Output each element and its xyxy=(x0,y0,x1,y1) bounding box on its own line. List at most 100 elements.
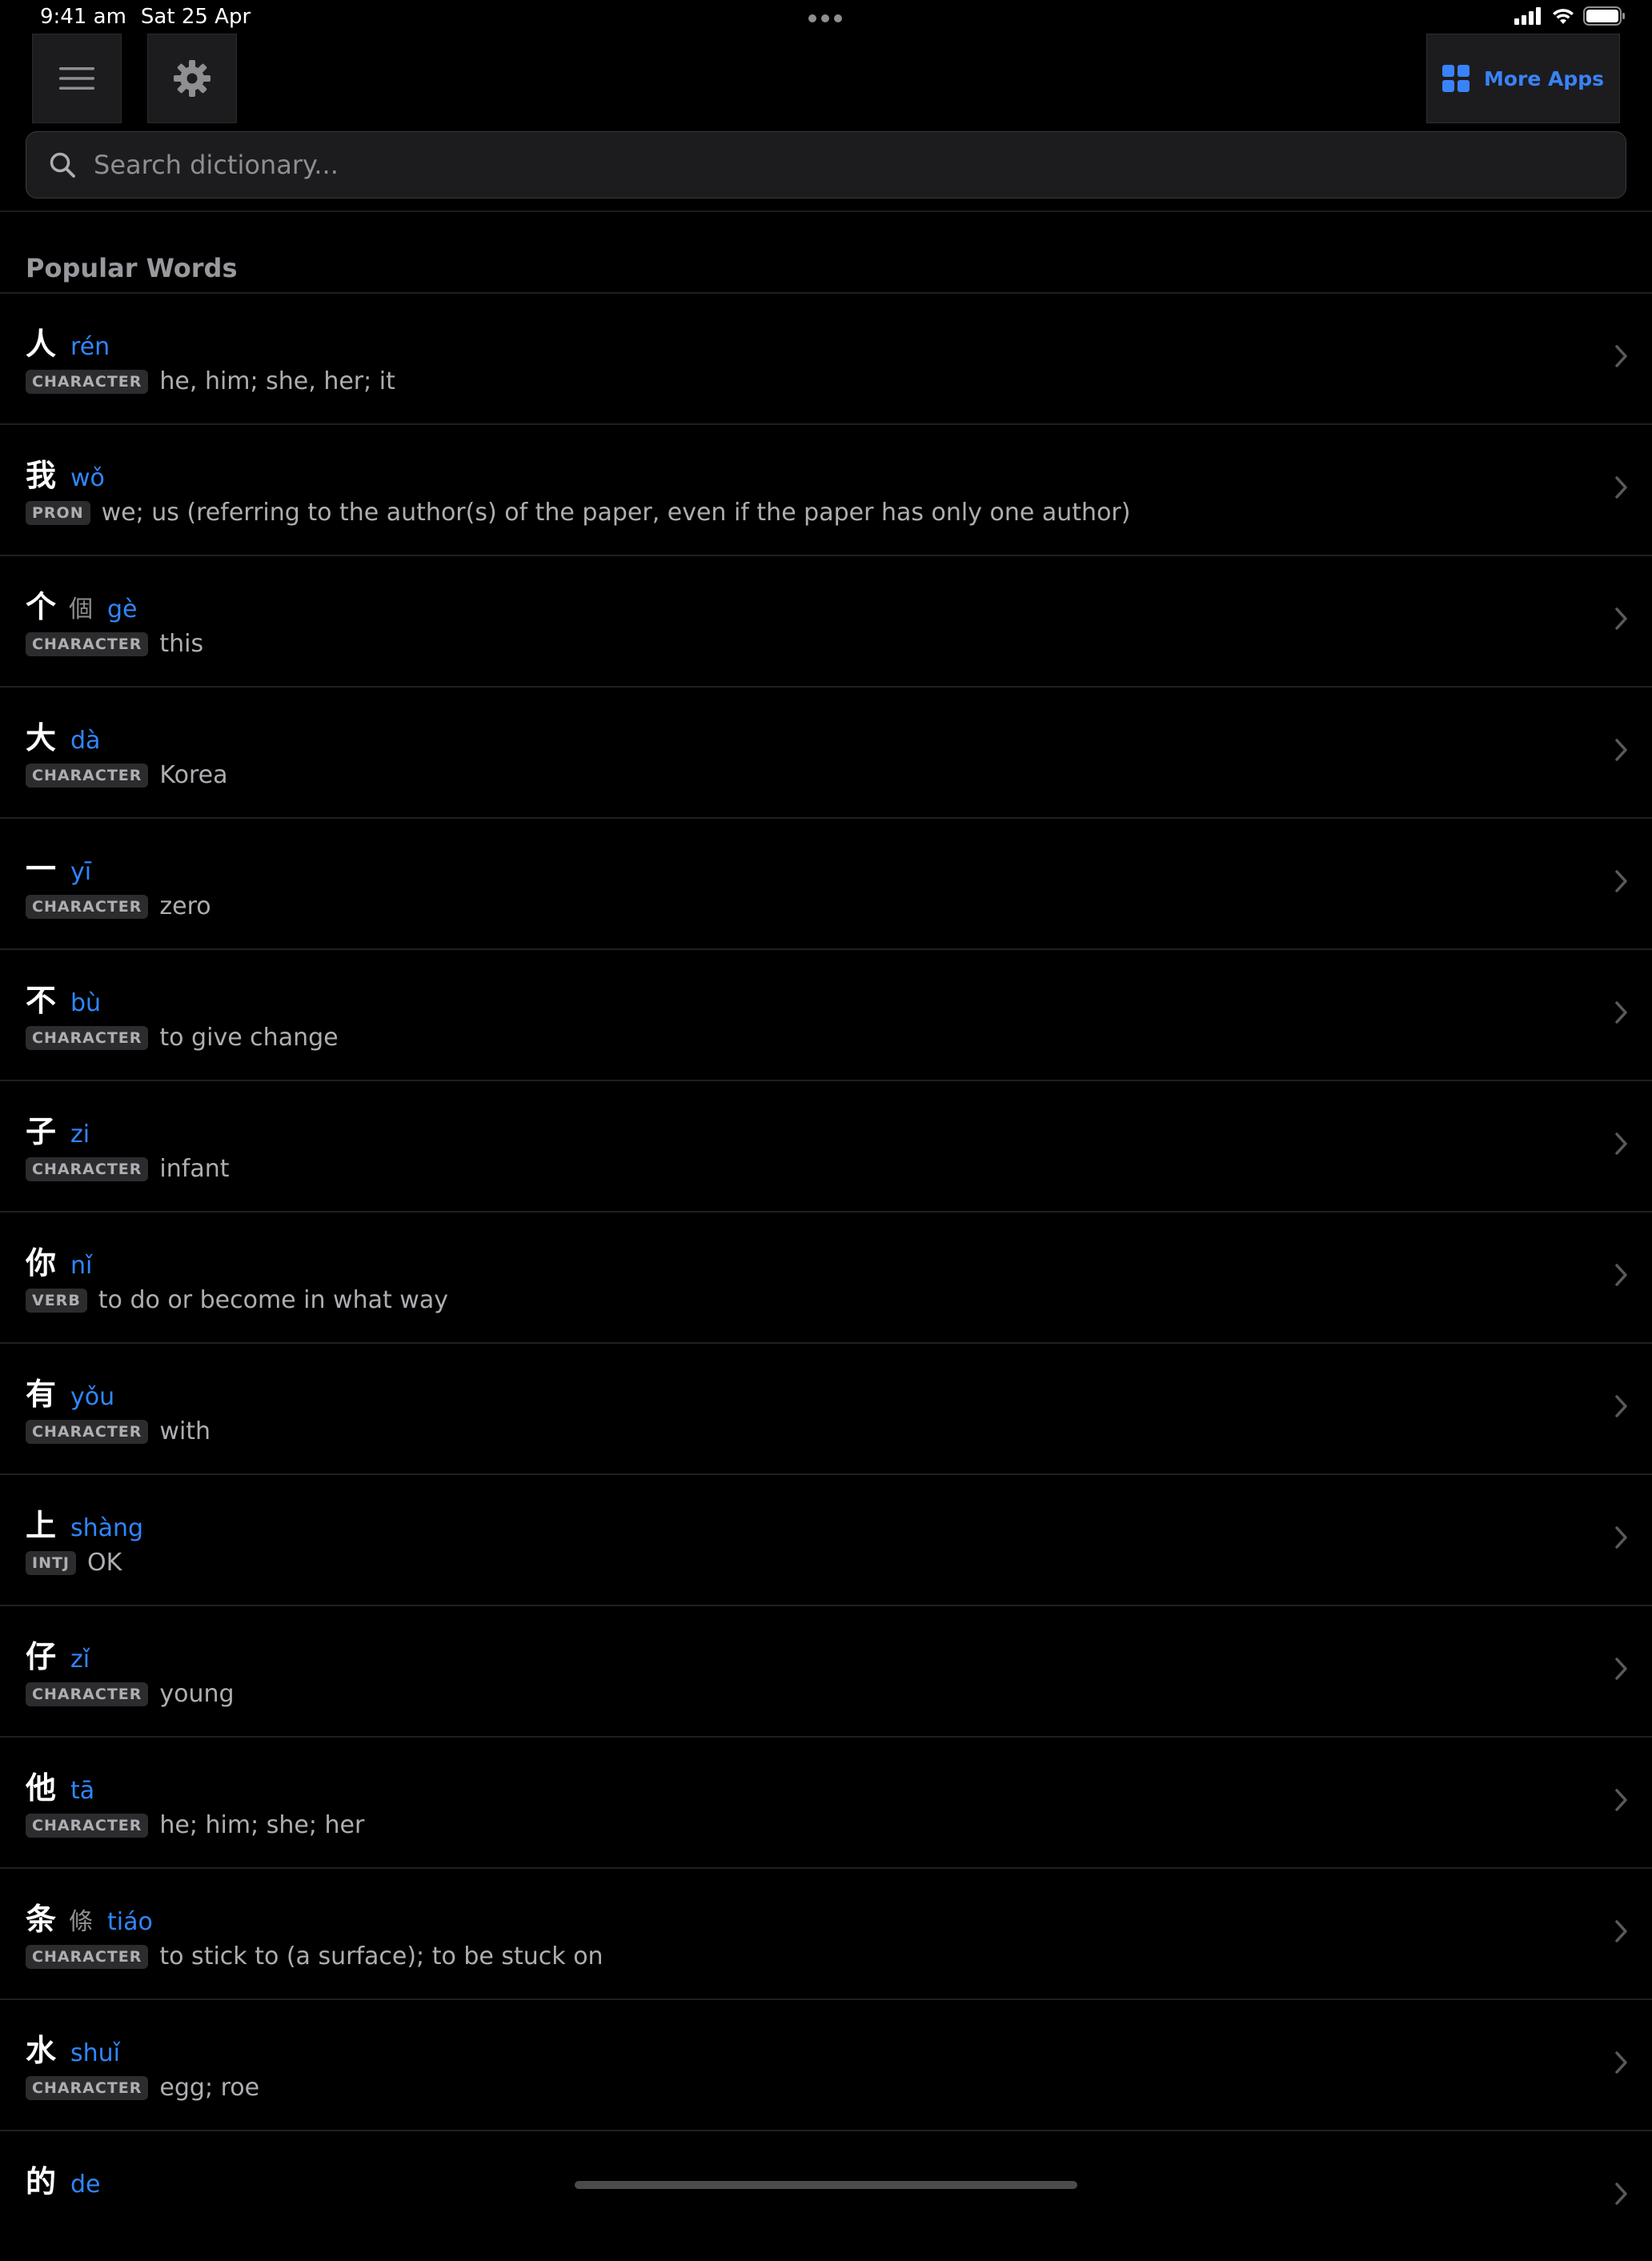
more-apps-label: More Apps xyxy=(1483,66,1605,90)
part-of-speech-badge: VERB xyxy=(26,1288,87,1313)
status-bar: 9:41 am Sat 25 Apr xyxy=(0,0,1652,35)
word-pinyin: tā xyxy=(70,1777,95,1805)
word-definition: with xyxy=(159,1417,211,1445)
word-row[interactable]: 人 rén CHARACTER he, him; she, her; it xyxy=(0,292,1652,423)
part-of-speech-badge: CHARACTER xyxy=(26,1157,149,1181)
word-pinyin: zǐ xyxy=(70,1646,90,1674)
word-details: CHARACTER Korea xyxy=(26,761,227,789)
word-definition: zero xyxy=(159,892,211,920)
battery-icon xyxy=(1583,6,1625,26)
word-row[interactable]: 条 條 tiáo CHARACTER to stick to (a surfac… xyxy=(0,1867,1652,1998)
word-details: CHARACTER this xyxy=(26,630,203,658)
status-date: Sat 25 Apr xyxy=(140,5,251,29)
chevron-right-icon xyxy=(1615,1001,1627,1024)
word-row[interactable]: 不 bù CHARACTER to give change xyxy=(0,948,1652,1080)
word-hanzi: 子 xyxy=(26,1114,57,1149)
word-definition: this xyxy=(159,630,204,658)
word-details: CHARACTER to stick to (a surface); to be… xyxy=(26,1942,603,1970)
search-bar[interactable] xyxy=(26,131,1626,198)
word-definition: he; him; she; her xyxy=(159,1811,365,1839)
word-details: CHARACTER he, him; she, her; it xyxy=(26,367,395,395)
word-pinyin: shàng xyxy=(70,1514,144,1542)
word-hanzi: 的 xyxy=(26,2164,57,2199)
word-hanzi: 条 xyxy=(26,1902,57,1937)
word-definition: young xyxy=(159,1680,235,1708)
word-hanzi: 人 xyxy=(26,327,57,362)
word-pinyin: bù xyxy=(70,989,102,1017)
word-heading: 仔 zǐ xyxy=(26,1632,90,1676)
home-indicator[interactable] xyxy=(575,2181,1077,2189)
settings-button[interactable] xyxy=(147,34,237,123)
word-pinyin: gè xyxy=(107,595,138,623)
word-row[interactable]: 他 tā CHARACTER he; him; she; her xyxy=(0,1736,1652,1867)
word-heading: 他 tā xyxy=(26,1763,94,1807)
word-row[interactable]: 仔 zǐ CHARACTER young xyxy=(0,1605,1652,1736)
word-definition: to stick to (a surface); to be stuck on xyxy=(159,1942,603,1970)
multitasking-dots-icon[interactable] xyxy=(808,14,842,22)
word-heading: 上 shàng xyxy=(26,1501,143,1545)
word-details: CHARACTER zero xyxy=(26,892,211,920)
search-input[interactable] xyxy=(92,149,1626,181)
more-apps-button[interactable]: More Apps xyxy=(1426,34,1620,123)
word-row[interactable]: 上 shàng INTJ OK xyxy=(0,1473,1652,1605)
word-hanzi: 大 xyxy=(26,720,57,756)
wifi-icon xyxy=(1553,9,1574,24)
word-row[interactable]: 个 個 gè CHARACTER this xyxy=(0,555,1652,686)
chevron-right-icon xyxy=(1615,345,1627,367)
part-of-speech-badge: CHARACTER xyxy=(26,631,149,656)
word-row[interactable]: 的 de xyxy=(0,2130,1652,2261)
word-hanzi: 你 xyxy=(26,1245,57,1281)
word-row[interactable]: 有 yǒu CHARACTER with xyxy=(0,1342,1652,1473)
word-heading: 你 nǐ xyxy=(26,1238,92,1282)
word-definition: egg; roe xyxy=(159,2074,260,2102)
word-hanzi: 个 xyxy=(26,589,57,624)
word-definition: we; us (referring to the author(s) of th… xyxy=(101,499,1131,527)
word-pinyin: shuǐ xyxy=(70,2039,121,2067)
word-row[interactable]: 你 nǐ VERB to do or become in what way xyxy=(0,1211,1652,1342)
menu-button[interactable] xyxy=(32,34,122,123)
chevron-right-icon xyxy=(1615,607,1627,630)
word-definition: infant xyxy=(159,1155,230,1183)
word-heading: 一 yī xyxy=(26,844,91,888)
chevron-right-icon xyxy=(1615,739,1627,761)
status-time: 9:41 am Sat 25 Apr xyxy=(40,5,251,29)
chevron-right-icon xyxy=(1615,1264,1627,1286)
word-heading: 个 個 gè xyxy=(26,582,138,626)
word-hanzi: 他 xyxy=(26,1770,57,1806)
chevron-right-icon xyxy=(1615,2183,1627,2205)
word-hanzi: 水 xyxy=(26,2033,57,2068)
part-of-speech-badge: CHARACTER xyxy=(26,1419,149,1444)
word-heading: 条 條 tiáo xyxy=(26,1894,153,1938)
word-details: CHARACTER infant xyxy=(26,1155,229,1183)
word-heading: 的 de xyxy=(26,2157,101,2201)
word-pinyin: dà xyxy=(70,727,101,755)
chevron-right-icon xyxy=(1615,2051,1627,2074)
part-of-speech-badge: PRON xyxy=(26,500,90,525)
word-row[interactable]: 一 yī CHARACTER zero xyxy=(0,817,1652,948)
word-details: VERB to do or become in what way xyxy=(26,1286,448,1314)
status-clock: 9:41 am xyxy=(40,5,126,29)
word-row[interactable]: 大 dà CHARACTER Korea xyxy=(0,686,1652,817)
word-pinyin: de xyxy=(70,2171,101,2199)
word-pinyin: tiáo xyxy=(107,1908,153,1936)
word-hanzi: 不 xyxy=(26,983,57,1018)
chevron-right-icon xyxy=(1615,1526,1627,1549)
word-details: CHARACTER young xyxy=(26,1680,235,1708)
chevron-right-icon xyxy=(1615,1133,1627,1155)
part-of-speech-badge: CHARACTER xyxy=(26,1682,149,1706)
word-heading: 我 wǒ xyxy=(26,451,105,495)
word-row[interactable]: 水 shuǐ CHARACTER egg; roe xyxy=(0,1998,1652,2130)
word-row[interactable]: 子 zi CHARACTER infant xyxy=(0,1080,1652,1211)
word-pinyin: zi xyxy=(70,1120,90,1149)
word-row[interactable]: 我 wǒ PRON we; us (referring to the autho… xyxy=(0,423,1652,555)
section-title: Popular Words xyxy=(26,253,238,283)
word-details: INTJ OK xyxy=(26,1549,122,1577)
header-divider xyxy=(0,210,1652,212)
word-list: 人 rén CHARACTER he, him; she, her; it 我 … xyxy=(0,292,1652,2261)
part-of-speech-badge: CHARACTER xyxy=(26,1813,149,1838)
hamburger-icon xyxy=(59,67,94,90)
word-hanzi: 仔 xyxy=(26,1639,57,1674)
search-icon xyxy=(50,152,75,178)
word-pinyin: nǐ xyxy=(70,1252,93,1280)
status-indicators xyxy=(1514,6,1626,26)
